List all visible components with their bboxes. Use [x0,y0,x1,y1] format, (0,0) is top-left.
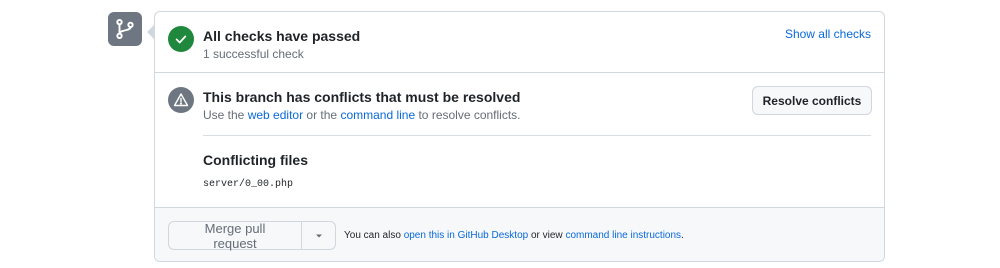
merge-status-panel: All checks have passed 1 successful chec… [0,0,1000,268]
check-icon [168,26,194,52]
checks-section: All checks have passed 1 successful chec… [155,12,884,73]
command-line-link[interactable]: command line [340,108,415,122]
triangle-down-icon [315,234,322,237]
resolve-conflicts-button[interactable]: Resolve conflicts [752,86,872,115]
merge-method-dropdown[interactable] [302,221,336,250]
alert-icon [168,87,194,113]
merge-note-prefix: You can also [344,230,404,241]
merge-bar: Merge pull request You can also open thi… [155,207,884,261]
open-in-github-desktop-link[interactable]: open this in GitHub Desktop [404,230,529,241]
merge-note-middle: or view [528,230,566,241]
git-branch-icon [108,12,142,46]
show-all-checks-link[interactable]: Show all checks [785,27,871,41]
conflicts-subtitle-middle: or the [303,108,341,122]
command-line-instructions-link[interactable]: command line instructions [565,230,681,241]
conflicts-subtitle-suffix: to resolve conflicts. [415,108,521,122]
merge-button-group: Merge pull request [168,221,336,251]
checks-title: All checks have passed [203,28,361,44]
web-editor-link[interactable]: web editor [248,108,303,122]
merge-pull-request-button[interactable]: Merge pull request [168,221,302,251]
checks-subtitle: 1 successful check [203,47,304,61]
conflicting-file: server/0_00.php [203,179,294,190]
merge-box: All checks have passed 1 successful chec… [154,11,885,262]
merge-note-suffix: . [681,230,684,241]
conflicts-divider [203,135,871,136]
conflicts-subtitle-prefix: Use the [203,108,248,122]
conflicting-files-title: Conflicting files [203,152,308,168]
conflicts-subtitle: Use the web editor or the command line t… [203,108,521,122]
conflicts-title: This branch has conflicts that must be r… [203,89,521,105]
merge-note: You can also open this in GitHub Desktop… [344,230,684,241]
